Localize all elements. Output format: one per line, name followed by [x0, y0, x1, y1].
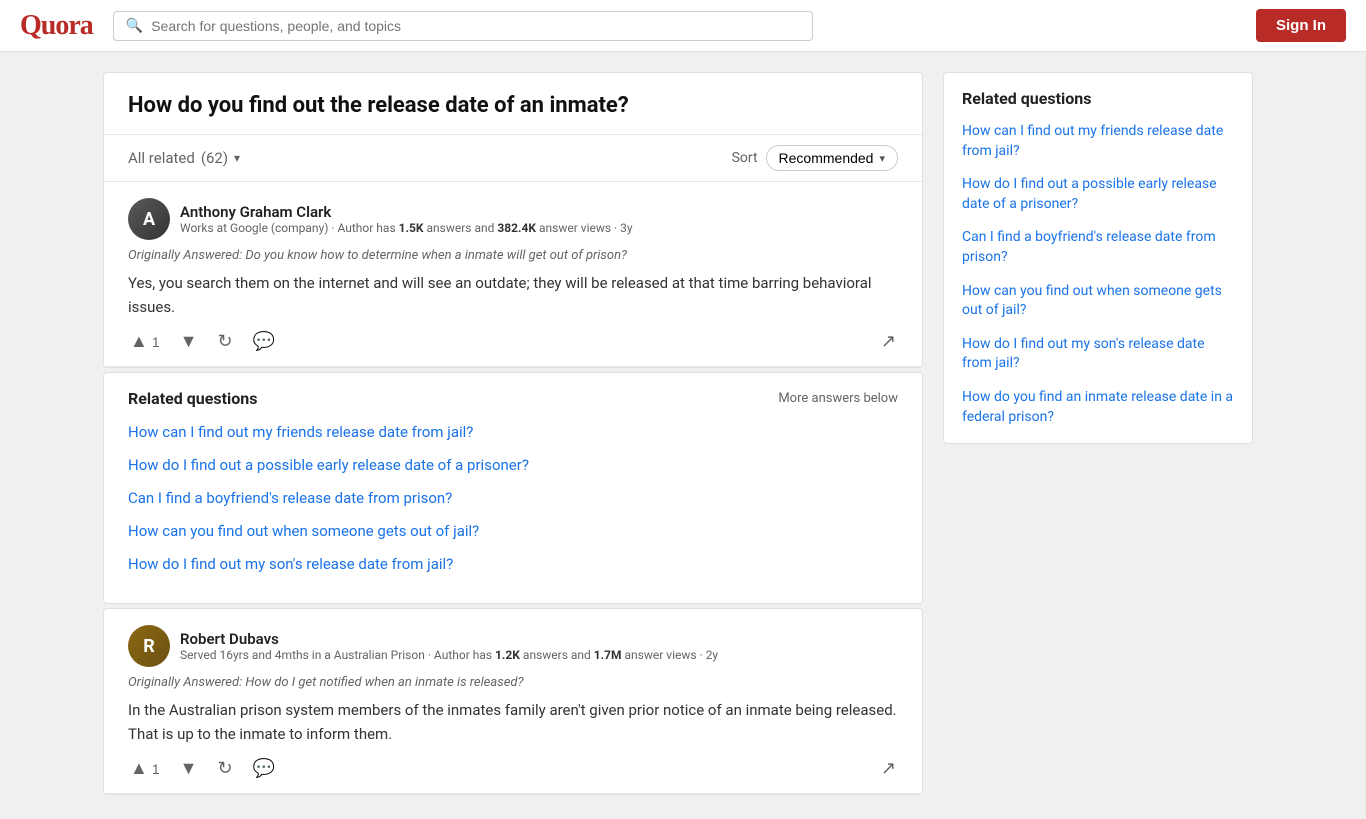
action-bar: ▲ 1 ▼ ↻ 💬 ↗ [128, 756, 898, 781]
sidebar-link[interactable]: How can you find out when someone gets o… [962, 282, 1234, 321]
chevron-down-icon: ▾ [879, 152, 885, 165]
comment-icon: 💬 [253, 758, 275, 779]
related-link[interactable]: How do I find out my son's release date … [128, 554, 898, 575]
upvote-icon: ▲ [130, 758, 148, 779]
question-title: How do you find out the release date of … [104, 73, 922, 135]
answers-toolbar: All related (62) ▾ Sort Recommended ▾ [104, 135, 922, 182]
chevron-down-icon: ▾ [234, 151, 240, 165]
related-questions-card: Related questions More answers below How… [103, 372, 923, 604]
sidebar-link[interactable]: How do you find an inmate release date i… [962, 388, 1234, 427]
originally-answered: Originally Answered: Do you know how to … [128, 248, 898, 263]
author-row: R Robert Dubavs Served 16yrs and 4mths i… [128, 625, 898, 667]
downvote-button[interactable]: ▼ [178, 756, 200, 781]
more-answers-label: More answers below [778, 391, 898, 406]
downvote-icon: ▼ [180, 331, 198, 352]
avatar: A [128, 198, 170, 240]
reshare-button[interactable]: ↻ [215, 756, 234, 781]
search-bar[interactable]: 🔍 [113, 11, 813, 41]
related-header: Related questions More answers below [128, 389, 898, 408]
sidebar-link[interactable]: How do I find out my son's release date … [962, 335, 1234, 374]
answer-text: In the Australian prison system members … [128, 698, 898, 746]
reshare-button[interactable]: ↻ [215, 329, 234, 354]
answer-block: A Anthony Graham Clark Works at Google (… [104, 182, 922, 367]
share-button[interactable]: ↗ [879, 756, 898, 781]
upvote-button[interactable]: ▲ 1 [128, 756, 162, 781]
related-link[interactable]: How can you find out when someone gets o… [128, 521, 898, 542]
share-button[interactable]: ↗ [879, 329, 898, 354]
search-input[interactable] [151, 18, 800, 34]
sidebar: Related questions How can I find out my … [943, 72, 1253, 799]
author-row: A Anthony Graham Clark Works at Google (… [128, 198, 898, 240]
header: Quora 🔍 Sign In [0, 0, 1366, 52]
all-related-filter[interactable]: All related (62) ▾ [128, 149, 240, 167]
signin-button[interactable]: Sign In [1256, 9, 1346, 42]
comment-button[interactable]: 💬 [251, 329, 277, 354]
avatar: R [128, 625, 170, 667]
refresh-icon: ↻ [217, 758, 232, 779]
share-icon: ↗ [881, 331, 896, 352]
author-name[interactable]: Robert Dubavs [180, 630, 718, 648]
originally-answered: Originally Answered: How do I get notifi… [128, 675, 898, 690]
share-icon: ↗ [881, 758, 896, 779]
downvote-button[interactable]: ▼ [178, 329, 200, 354]
sidebar-link[interactable]: Can I find a boyfriend's release date fr… [962, 228, 1234, 267]
sidebar-link[interactable]: How do I find out a possible early relea… [962, 175, 1234, 214]
action-bar: ▲ 1 ▼ ↻ 💬 ↗ [128, 329, 898, 354]
answer-text: Yes, you search them on the internet and… [128, 271, 898, 319]
answer-block: R Robert Dubavs Served 16yrs and 4mths i… [104, 609, 922, 794]
question-card: How do you find out the release date of … [103, 72, 923, 368]
sidebar-link[interactable]: How can I find out my friends release da… [962, 122, 1234, 161]
comment-button[interactable]: 💬 [251, 756, 277, 781]
author-meta: Served 16yrs and 4mths in a Australian P… [180, 648, 718, 662]
refresh-icon: ↻ [217, 331, 232, 352]
upvote-icon: ▲ [130, 331, 148, 352]
all-related-label: All related [128, 149, 195, 167]
page-layout: How do you find out the release date of … [83, 52, 1283, 819]
all-related-count: (62) [201, 149, 228, 167]
avatar-initials: R [143, 636, 155, 657]
quora-logo: Quora [20, 10, 93, 42]
comment-icon: 💬 [253, 331, 275, 352]
related-link[interactable]: How can I find out my friends release da… [128, 422, 898, 443]
avatar-initials: A [143, 209, 155, 230]
upvote-count: 1 [152, 761, 160, 777]
sidebar-related-title: Related questions [962, 89, 1234, 108]
upvote-count: 1 [152, 334, 160, 350]
author-meta: Works at Google (company) · Author has 1… [180, 221, 633, 235]
author-info: Anthony Graham Clark Works at Google (co… [180, 203, 633, 235]
related-questions-title: Related questions [128, 389, 257, 408]
upvote-button[interactable]: ▲ 1 [128, 329, 162, 354]
related-link[interactable]: How do I find out a possible early relea… [128, 455, 898, 476]
author-info: Robert Dubavs Served 16yrs and 4mths in … [180, 630, 718, 662]
sort-value: Recommended [779, 150, 874, 166]
sidebar-related-card: Related questions How can I find out my … [943, 72, 1253, 444]
downvote-icon: ▼ [180, 758, 198, 779]
sort-label: Sort [732, 150, 758, 166]
author-name[interactable]: Anthony Graham Clark [180, 203, 633, 221]
related-link[interactable]: Can I find a boyfriend's release date fr… [128, 488, 898, 509]
search-icon: 🔍 [126, 18, 143, 34]
main-content: How do you find out the release date of … [103, 72, 923, 799]
answer-block-2: R Robert Dubavs Served 16yrs and 4mths i… [103, 608, 923, 795]
sort-button[interactable]: Recommended ▾ [766, 145, 898, 171]
